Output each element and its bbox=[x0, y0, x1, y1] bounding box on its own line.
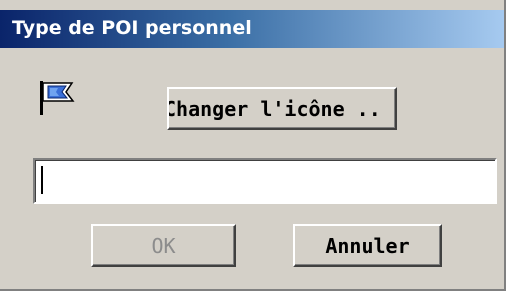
poi-type-dialog: Type de POI personnel Changer l'icône ..… bbox=[0, 0, 506, 291]
cancel-label: Annuler bbox=[325, 233, 410, 258]
change-icon-button[interactable]: Changer l'icône .. bbox=[167, 87, 397, 130]
title-bar[interactable]: Type de POI personnel bbox=[0, 10, 504, 48]
ok-label: OK bbox=[151, 233, 176, 258]
text-caret bbox=[41, 166, 43, 194]
poi-name-input[interactable] bbox=[33, 158, 497, 204]
blue-flag-icon bbox=[37, 80, 75, 116]
ok-button[interactable]: OK bbox=[91, 224, 236, 267]
change-icon-label: Changer l'icône .. bbox=[167, 96, 381, 121]
dialog-title: Type de POI personnel bbox=[12, 17, 252, 39]
cancel-button[interactable]: Annuler bbox=[293, 224, 442, 267]
